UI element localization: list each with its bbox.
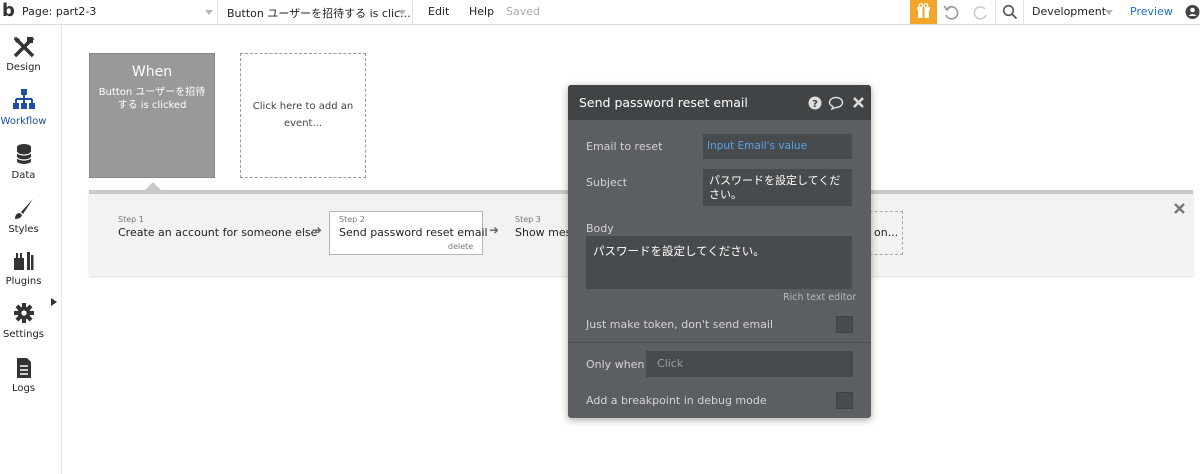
gear-icon xyxy=(14,303,34,323)
gift-icon xyxy=(917,3,930,18)
step-arrow-icon: ➜ xyxy=(312,223,323,237)
search-icon[interactable] xyxy=(1002,4,1018,20)
sidebar-item-styles[interactable]: Styles xyxy=(0,197,47,245)
gift-button[interactable] xyxy=(910,0,937,24)
step-1-action[interactable]: Create an account for someone else xyxy=(118,226,317,239)
saved-status: Saved xyxy=(506,5,540,18)
help-menu[interactable]: Help xyxy=(469,5,494,18)
sidebar-item-label: Styles xyxy=(8,224,39,235)
sidebar-item-label: Workflow xyxy=(0,116,47,127)
account-icon[interactable] xyxy=(1185,4,1200,20)
comment-icon[interactable] xyxy=(828,96,844,110)
divider xyxy=(995,0,996,24)
body-label: Body xyxy=(586,222,614,235)
step-2-card[interactable]: Step 2 Send password reset email delete xyxy=(329,211,488,255)
help-icon[interactable]: ? xyxy=(808,96,822,110)
panel-header: Send password reset email ? xyxy=(568,85,871,120)
page-caret-icon[interactable] xyxy=(205,10,213,15)
document-icon xyxy=(17,358,31,378)
undo-icon[interactable] xyxy=(942,3,960,21)
breakpoint-checkbox[interactable] xyxy=(836,392,853,409)
close-steps-icon[interactable] xyxy=(1174,203,1185,214)
design-icon xyxy=(13,36,35,58)
add-action-label: on... xyxy=(874,226,899,239)
event-card-when[interactable]: When Button ユーザーを招待する is clicked xyxy=(89,53,215,178)
sidebar-item-label: Data xyxy=(11,170,36,181)
sidebar-item-logs[interactable]: Logs xyxy=(0,356,47,404)
sidebar-item-design[interactable]: Design xyxy=(0,35,47,83)
sidebar-item-plugins[interactable]: Plugins xyxy=(0,249,47,297)
expand-arrow-icon[interactable] xyxy=(51,298,57,306)
event-selector[interactable]: Button ユーザーを招待する is clic... xyxy=(227,5,411,21)
top-bar: b Page: part2-3 Button ユーザーを招待する is clic… xyxy=(0,0,1200,25)
brush-icon xyxy=(15,199,33,219)
step-number: Step 3 xyxy=(515,215,541,224)
sidebar-collapse-strip[interactable] xyxy=(47,25,62,474)
divider xyxy=(568,342,871,343)
preview-link[interactable]: Preview xyxy=(1130,5,1173,18)
only-when-label: Only when xyxy=(586,358,645,371)
plug-icon xyxy=(14,252,34,270)
rich-text-editor-link[interactable]: Rich text editor xyxy=(783,292,856,303)
email-to-reset-value: Input Email's value xyxy=(707,140,808,152)
step-2-action: Send password reset email xyxy=(339,226,488,239)
add-event-label: Click here to add an event... xyxy=(252,101,354,129)
divider xyxy=(1023,0,1024,24)
step-number: Step 2 xyxy=(339,215,365,224)
sidebar-item-label: Plugins xyxy=(5,276,42,287)
subject-field[interactable]: パスワードを設定してください。 xyxy=(703,169,852,206)
panel-title: Send password reset email xyxy=(579,95,748,110)
sidebar-item-label: Design xyxy=(6,62,41,73)
page-selector[interactable]: Page: part2-3 xyxy=(22,5,96,18)
sidebar-item-settings[interactable]: Settings xyxy=(0,302,47,350)
divider xyxy=(217,0,218,24)
left-sidebar: Design Workflow Data Styles Plugins Sett… xyxy=(0,25,48,474)
action-property-panel: Send password reset email ? Email to res… xyxy=(568,85,871,418)
only-when-placeholder: Click xyxy=(657,357,684,370)
redo-icon[interactable] xyxy=(972,3,990,21)
environment-selector[interactable]: Development xyxy=(1032,5,1106,18)
email-to-reset-label: Email to reset xyxy=(586,140,663,153)
token-only-label: Just make token, don't send email xyxy=(586,318,774,331)
token-only-checkbox[interactable] xyxy=(836,316,853,333)
step-arrow-icon: ➜ xyxy=(489,223,500,237)
sidebar-item-label: Logs xyxy=(11,383,36,394)
event-caret-icon[interactable] xyxy=(398,10,406,15)
email-to-reset-field[interactable]: Input Email's value xyxy=(703,134,852,159)
subject-value: パスワードを設定してください。 xyxy=(709,174,841,201)
body-field[interactable]: パスワードを設定してください。 xyxy=(586,236,852,289)
sidebar-item-data[interactable]: Data xyxy=(0,142,47,190)
step-number: Step 1 xyxy=(118,215,144,224)
sidebar-item-label: Settings xyxy=(2,329,44,340)
close-icon[interactable] xyxy=(853,97,864,108)
subject-label: Subject xyxy=(586,176,628,189)
event-card-title: When xyxy=(131,64,173,80)
edit-menu[interactable]: Edit xyxy=(428,5,449,18)
body-value: パスワードを設定してください。 xyxy=(593,244,765,258)
event-pointer xyxy=(145,182,161,190)
event-card-description: Button ユーザーを招待する is clicked xyxy=(98,87,206,111)
step-delete-link[interactable]: delete xyxy=(448,242,473,251)
divider xyxy=(412,0,413,24)
svg-text:?: ? xyxy=(812,99,818,110)
database-icon xyxy=(16,144,32,164)
bubble-logo[interactable]: b xyxy=(2,0,15,21)
breakpoint-label: Add a breakpoint in debug mode xyxy=(586,394,767,407)
add-event-card[interactable]: Click here to add an event... xyxy=(240,53,366,178)
workflow-icon xyxy=(13,89,35,109)
sidebar-item-workflow[interactable]: Workflow xyxy=(0,88,47,136)
env-caret-icon[interactable] xyxy=(1105,10,1113,15)
only-when-field[interactable]: Click xyxy=(646,351,853,377)
